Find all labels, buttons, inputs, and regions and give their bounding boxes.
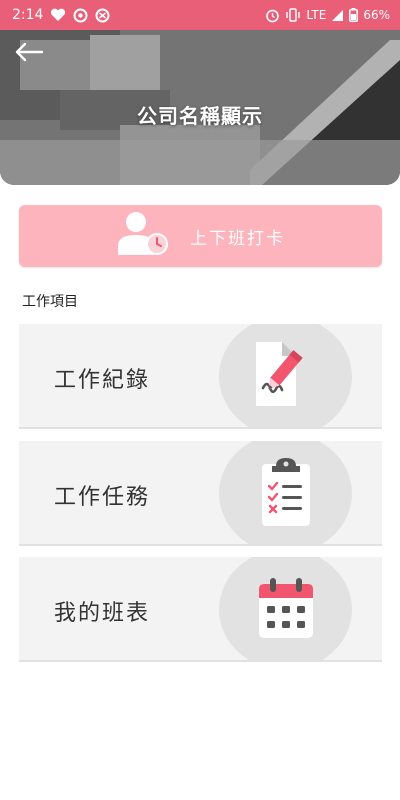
my-schedule-card[interactable]: 我的班表 xyxy=(19,557,382,662)
network-type: LTE xyxy=(306,8,327,22)
clipboard-checklist-icon xyxy=(256,456,316,532)
signal-icon xyxy=(331,9,344,22)
alarm-icon xyxy=(265,8,280,23)
battery-icon xyxy=(349,8,359,22)
back-button[interactable] xyxy=(12,38,46,66)
work-tasks-card[interactable]: 工作任務 xyxy=(19,441,382,546)
work-record-card[interactable]: 工作紀錄 xyxy=(19,324,382,429)
work-tasks-label: 工作任務 xyxy=(54,485,151,510)
clock-in-out-button[interactable]: 上下班打卡 xyxy=(19,205,382,267)
document-sign-icon xyxy=(246,340,326,414)
card-icon-circle xyxy=(219,557,352,660)
card-icon-circle xyxy=(219,324,352,427)
battery-level: 66% xyxy=(363,8,390,22)
section-title: 工作項目 xyxy=(22,294,78,310)
status-right: LTE 66% xyxy=(265,8,390,23)
heart-icon xyxy=(50,8,66,22)
header-banner: 公司名稱顯示 xyxy=(0,30,400,185)
arrow-left-icon xyxy=(15,42,44,62)
company-name-title: 公司名稱顯示 xyxy=(137,104,263,128)
card-icon-circle xyxy=(219,441,352,544)
mail-notification-icon xyxy=(95,8,110,23)
calendar-icon xyxy=(255,576,317,644)
vibrate-icon xyxy=(285,8,301,22)
app-notification-icon xyxy=(73,8,88,23)
user-clock-icon xyxy=(116,211,172,261)
status-left: 2:14 xyxy=(12,7,110,23)
work-record-label: 工作紀錄 xyxy=(54,368,151,393)
clock-in-out-label: 上下班打卡 xyxy=(190,228,285,249)
status-bar: 2:14 LTE 66% xyxy=(0,0,400,30)
my-schedule-label: 我的班表 xyxy=(54,601,151,626)
status-time: 2:14 xyxy=(12,7,44,23)
